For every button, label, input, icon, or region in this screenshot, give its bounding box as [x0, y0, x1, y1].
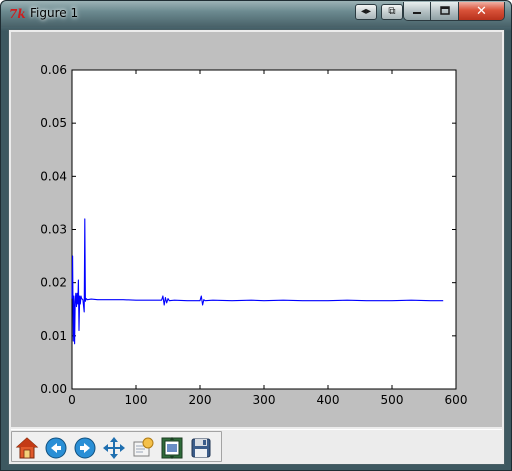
figure-client-area: 0 100 200 300 400 500 600 0.00 0.01 0.02 0.03 0.04 0… — [8, 29, 505, 465]
arrow-left-icon — [45, 437, 67, 458]
figure-canvas[interactable]: 0 100 200 300 400 500 600 0.00 0.01 0.02 0.03 0.04 0… — [11, 32, 502, 427]
close-icon: ✕ — [475, 3, 487, 19]
y-tick-label: 0.01 — [40, 329, 67, 343]
toolbar-button-group — [11, 431, 222, 462]
x-tick-label: 500 — [381, 393, 404, 407]
window-controls: ✕ — [403, 2, 505, 21]
line-chart: 0 100 200 300 400 500 600 0.00 0.01 0.02 0.03 0.04 0… — [40, 63, 468, 407]
x-tick-label: 200 — [189, 393, 212, 407]
close-button[interactable]: ✕ — [458, 2, 504, 20]
back-button[interactable] — [42, 434, 70, 461]
y-tick-label: 0.00 — [40, 382, 67, 396]
y-tick-label: 0.05 — [40, 116, 67, 130]
x-tick-label: 600 — [445, 393, 468, 407]
y-tick-label: 0.03 — [40, 223, 67, 237]
title-bar[interactable]: 7k Figure 1 ◂▸ ⧉ ✕ — [1, 1, 511, 27]
x-tick-label: 400 — [317, 393, 340, 407]
plot-area — [71, 69, 457, 390]
save-button[interactable] — [187, 434, 215, 461]
x-tick-label: 0 — [68, 393, 76, 407]
window-title: Figure 1 — [30, 6, 79, 20]
tk-feather-icon: 7k — [9, 7, 26, 21]
subplots-button[interactable] — [158, 434, 186, 461]
minimize-button[interactable] — [404, 2, 432, 20]
figure-window: 7k Figure 1 ◂▸ ⧉ ✕ 0 100 200 300 400 500 600 0.… — [0, 0, 512, 471]
navigation-toolbar — [11, 429, 502, 462]
maximize-icon — [439, 6, 450, 15]
y-tick-label: 0.02 — [40, 276, 67, 290]
forward-button[interactable] — [71, 434, 99, 461]
move-arrows-icon — [103, 436, 125, 459]
tk-detach-button[interactable]: ⧉ — [381, 4, 403, 20]
x-tick-label: 300 — [253, 393, 276, 407]
floppy-disk-icon — [191, 438, 211, 457]
maximize-button[interactable] — [431, 2, 459, 20]
subplots-icon — [161, 436, 183, 459]
pan-button[interactable] — [100, 434, 128, 461]
tk-menu-button[interactable]: ◂▸ — [355, 4, 377, 20]
y-tick-label: 0.04 — [40, 169, 67, 183]
zoom-rect-icon — [133, 437, 154, 456]
arrow-right-icon — [74, 437, 96, 458]
home-button[interactable] — [13, 434, 41, 461]
x-tick-label: 100 — [125, 393, 148, 407]
home-icon — [15, 436, 39, 458]
minimize-icon — [413, 12, 422, 14]
y-tick-label: 0.06 — [40, 63, 67, 77]
zoom-button[interactable] — [129, 434, 157, 461]
